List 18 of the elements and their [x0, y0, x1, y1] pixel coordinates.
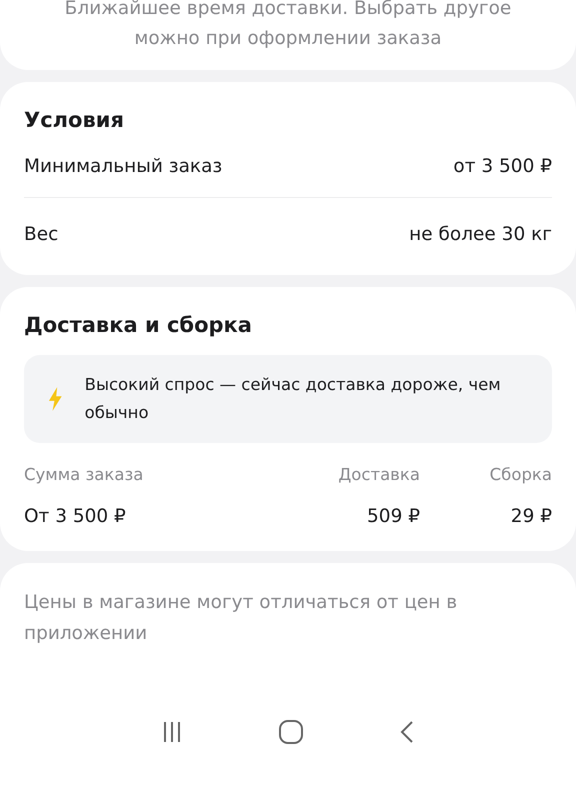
notice-text: Высокий спрос — сейчас доставка дороже, чем обычно	[84, 374, 502, 424]
column-header: Доставка	[337, 465, 420, 484]
price-note: Цены в магазине могут отличаться от цен в приложении	[24, 591, 458, 646]
condition-label: Вес	[24, 224, 58, 245]
home-icon[interactable]	[278, 719, 304, 745]
lightning-icon	[48, 386, 63, 412]
section-title: Условия	[24, 108, 125, 132]
column-header: Сумма заказа	[24, 465, 144, 484]
column-header: Сборка	[488, 465, 552, 484]
table-cell-text: 29 ₽	[510, 506, 552, 527]
table-cell-text: От 3 500 ₽	[24, 506, 127, 527]
table-cell-text: 509 ₽	[366, 506, 420, 527]
back-icon[interactable]	[398, 720, 415, 744]
section-title: Доставка и сборка	[24, 313, 253, 337]
delivery-time-note: Ближайшее время доставки. Выбрать другое можно при оформлении заказа	[64, 0, 512, 51]
condition-value: от 3 500 ₽	[453, 156, 552, 177]
condition-value: не более 30 кг	[409, 224, 552, 245]
condition-label: Минимальный заказ	[24, 156, 222, 177]
